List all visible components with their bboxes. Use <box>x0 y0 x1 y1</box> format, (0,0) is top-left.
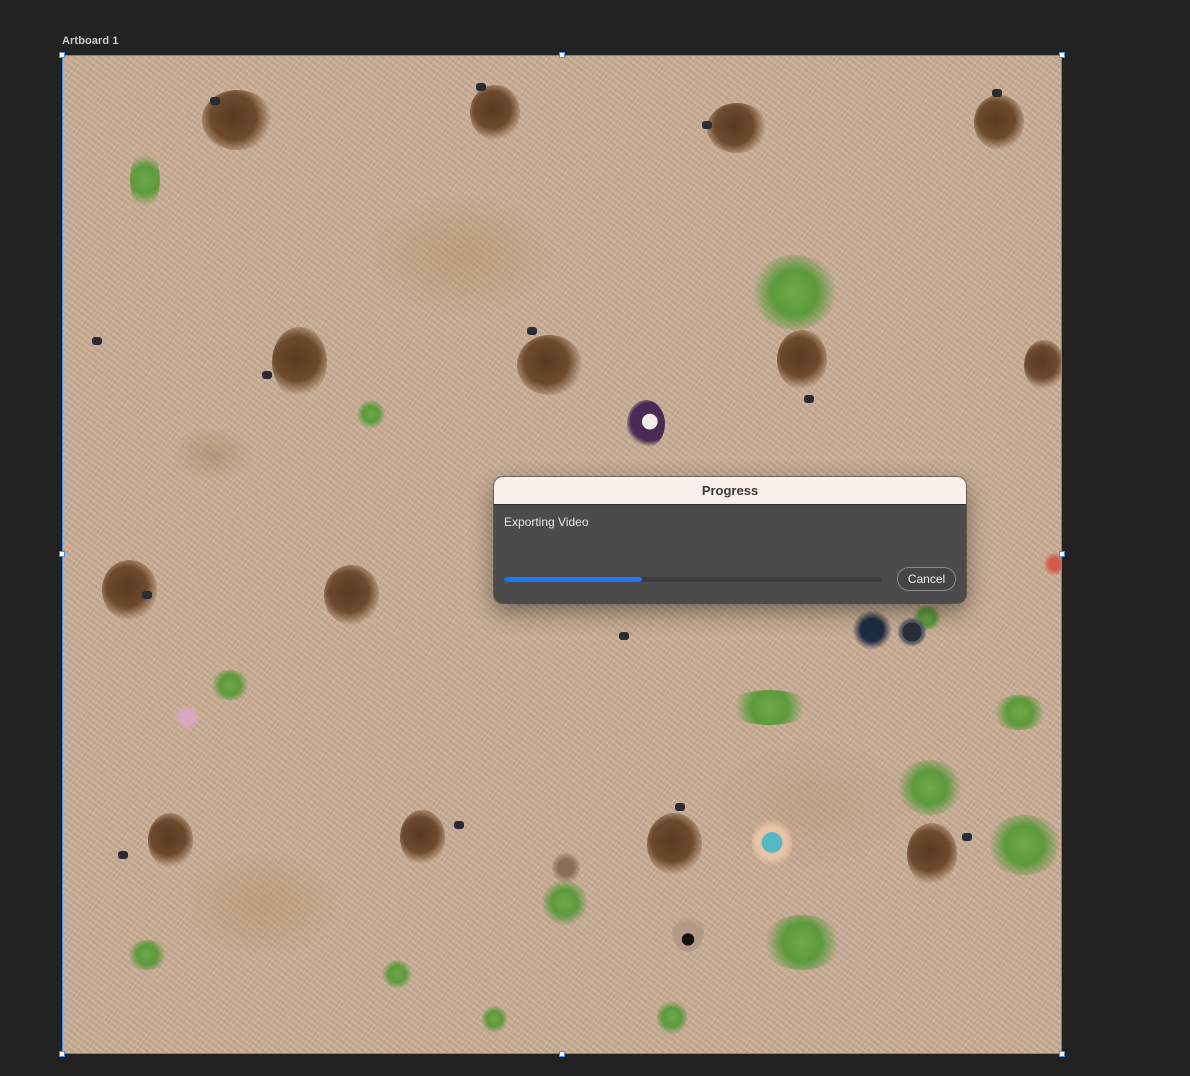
dirt-mound <box>707 103 767 153</box>
dialog-titlebar[interactable]: Progress <box>494 477 966 505</box>
seedling-bag <box>142 591 152 599</box>
plant <box>727 690 812 725</box>
person <box>627 400 665 448</box>
person <box>752 815 792 870</box>
plant <box>752 255 837 330</box>
person <box>897 617 927 647</box>
dirt-mound <box>974 95 1024 150</box>
plant <box>382 960 412 988</box>
resize-handle-bottom-left[interactable] <box>59 1051 65 1057</box>
seedling-bag <box>527 327 537 335</box>
dirt-mound <box>400 810 445 865</box>
dirt-mound <box>517 335 582 395</box>
progress-bar-fill <box>504 577 642 582</box>
seedling-bag <box>262 371 272 379</box>
plant <box>542 880 587 925</box>
seedling-bag <box>619 632 629 640</box>
plant <box>210 670 250 700</box>
person <box>172 705 202 730</box>
seedling-bag <box>454 821 464 829</box>
person <box>672 910 704 952</box>
plant <box>987 815 1062 875</box>
dirt-mound <box>470 85 520 140</box>
plant <box>897 760 962 815</box>
plant <box>762 915 842 970</box>
resize-handle-middle-right[interactable] <box>1059 551 1065 557</box>
dirt-mound <box>272 327 327 397</box>
dirt-mound <box>324 565 379 625</box>
plant <box>992 695 1047 730</box>
resize-handle-top-right[interactable] <box>1059 52 1065 58</box>
dirt-mound <box>148 813 193 868</box>
dirt-mound <box>777 330 827 390</box>
plant <box>357 400 385 428</box>
resize-handle-bottom-center[interactable] <box>559 1051 565 1057</box>
artboard-label[interactable]: Artboard 1 <box>62 35 119 47</box>
plant <box>127 940 167 970</box>
dirt-mound <box>1024 340 1062 390</box>
progress-bar <box>504 577 882 582</box>
seedling-bag <box>992 89 1002 97</box>
plant <box>130 150 160 210</box>
seedling-bag <box>702 121 712 129</box>
seedling-bag <box>804 395 814 403</box>
cancel-button[interactable]: Cancel <box>897 567 956 591</box>
seedling-bag <box>210 97 220 105</box>
resize-handle-top-center[interactable] <box>559 52 565 58</box>
person <box>552 850 580 885</box>
resize-handle-top-left[interactable] <box>59 52 65 58</box>
seedling-bag <box>118 851 128 859</box>
seedling-bag <box>476 83 486 91</box>
dialog-message: Exporting Video <box>504 515 589 529</box>
person <box>852 610 892 650</box>
seedling-bag <box>675 803 685 811</box>
resize-handle-bottom-right[interactable] <box>1059 1051 1065 1057</box>
dirt-mound <box>647 813 702 875</box>
plant <box>657 1000 687 1035</box>
dirt-mound <box>102 560 157 620</box>
canvas-workspace[interactable]: Artboard 1 Progress Exporting Video Canc… <box>0 0 1190 1076</box>
seedling-bag <box>962 833 972 841</box>
resize-handle-middle-left[interactable] <box>59 551 65 557</box>
dirt-mound <box>907 823 957 885</box>
dialog-title: Progress <box>701 483 759 498</box>
seedling-bag <box>92 337 102 345</box>
progress-dialog: Progress Exporting Video Cancel <box>494 477 966 603</box>
plant <box>482 1005 507 1033</box>
